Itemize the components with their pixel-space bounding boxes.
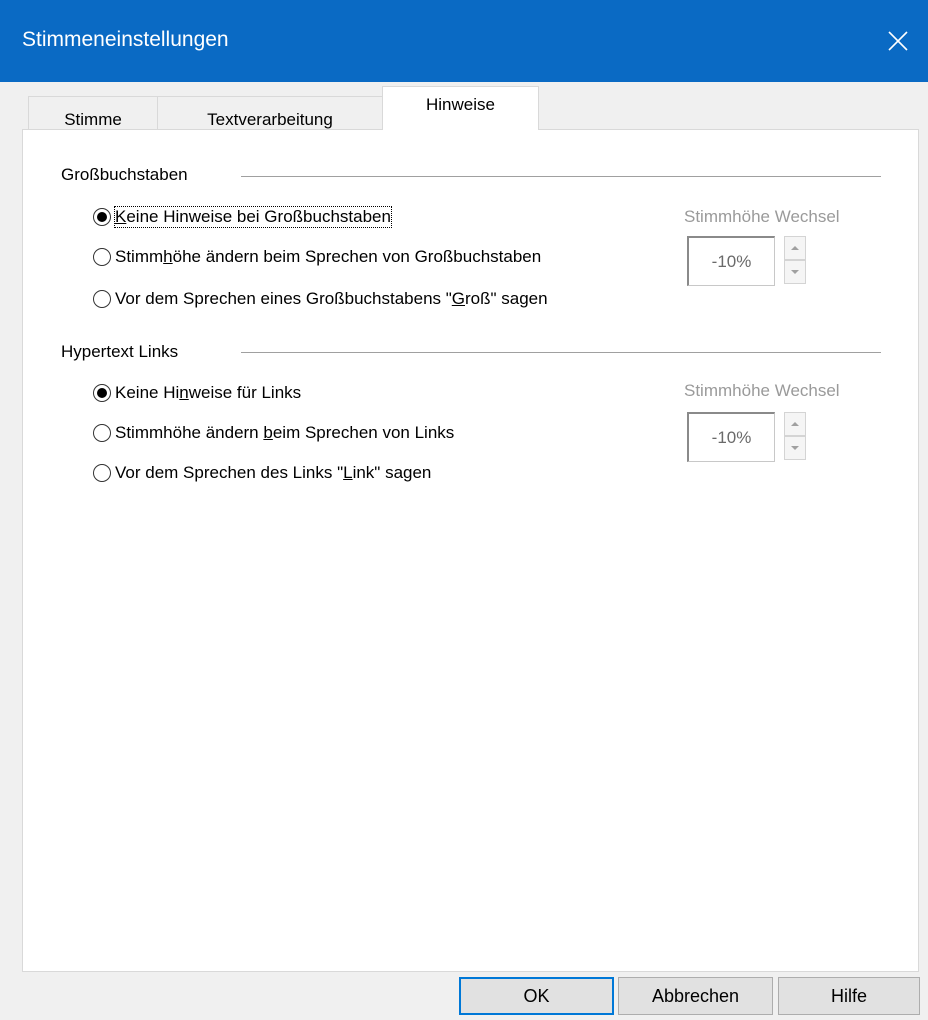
pitch-change-input[interactable]: -10%	[687, 412, 775, 462]
radio-no-hints-capitals[interactable]: Keine Hinweise bei Großbuchstaben	[93, 206, 392, 228]
radio-label: Keine Hinweise für Links	[115, 383, 302, 402]
pitch-spin-down[interactable]	[784, 260, 806, 284]
radio-label: Vor dem Sprechen eines Großbuchstabens "…	[115, 289, 548, 308]
pitch-spin-up[interactable]	[784, 412, 806, 436]
pitch-spin-down[interactable]	[784, 436, 806, 460]
chevron-up-icon	[791, 422, 799, 426]
group-divider	[241, 176, 881, 177]
tab-panel-hinweise: Großbuchstaben Keine Hinweise bei Großbu…	[22, 129, 919, 972]
ok-button[interactable]: OK	[459, 977, 614, 1015]
pitch-change-label: Stimmhöhe Wechsel	[684, 381, 840, 400]
radio-pitch-change-links[interactable]: Stimmhöhe ändern beim Sprechen von Links	[93, 423, 454, 443]
title-bar: Stimmeneinstellungen	[0, 0, 928, 82]
radio-button-checked[interactable]	[93, 384, 111, 402]
radio-pitch-change-capitals[interactable]: Stimmhöhe ändern beim Sprechen von Großb…	[93, 247, 541, 267]
tab-textverarbeitung[interactable]: Textverarbeitung	[157, 96, 383, 130]
close-button[interactable]	[868, 0, 928, 82]
tab-label: Hinweise	[426, 95, 495, 114]
radio-button[interactable]	[93, 290, 111, 308]
group-divider	[241, 352, 881, 353]
tab-label: Textverarbeitung	[207, 110, 333, 129]
radio-label: Vor dem Sprechen des Links "Link" sagen	[115, 463, 432, 482]
radio-label: Stimmhöhe ändern beim Sprechen von Großb…	[115, 247, 542, 266]
radio-label: Stimmhöhe ändern beim Sprechen von Links	[115, 423, 455, 442]
cancel-button[interactable]: Abbrechen	[618, 977, 773, 1015]
window-title: Stimmeneinstellungen	[22, 28, 229, 51]
chevron-down-icon	[791, 446, 799, 450]
pitch-spin-up[interactable]	[784, 236, 806, 260]
radio-button[interactable]	[93, 464, 111, 482]
radio-label: Keine Hinweise bei Großbuchstaben	[114, 206, 392, 228]
group-title-capitals: Großbuchstaben	[61, 165, 194, 185]
chevron-down-icon	[791, 270, 799, 274]
tab-stimme[interactable]: Stimme	[28, 96, 158, 130]
group-title-links: Hypertext Links	[61, 342, 185, 362]
tab-label: Stimme	[64, 110, 122, 129]
pitch-change-input[interactable]: -10%	[687, 236, 775, 286]
close-icon	[888, 31, 908, 51]
radio-button[interactable]	[93, 424, 111, 442]
radio-say-link[interactable]: Vor dem Sprechen des Links "Link" sagen	[93, 463, 431, 483]
radio-no-hints-links[interactable]: Keine Hinweise für Links	[93, 383, 301, 403]
radio-say-capital[interactable]: Vor dem Sprechen eines Großbuchstabens "…	[93, 289, 548, 309]
tab-hinweise[interactable]: Hinweise	[382, 86, 539, 130]
chevron-up-icon	[791, 246, 799, 250]
radio-button-checked[interactable]	[93, 208, 111, 226]
pitch-change-label: Stimmhöhe Wechsel	[684, 207, 840, 226]
radio-button[interactable]	[93, 248, 111, 266]
help-button[interactable]: Hilfe	[778, 977, 920, 1015]
